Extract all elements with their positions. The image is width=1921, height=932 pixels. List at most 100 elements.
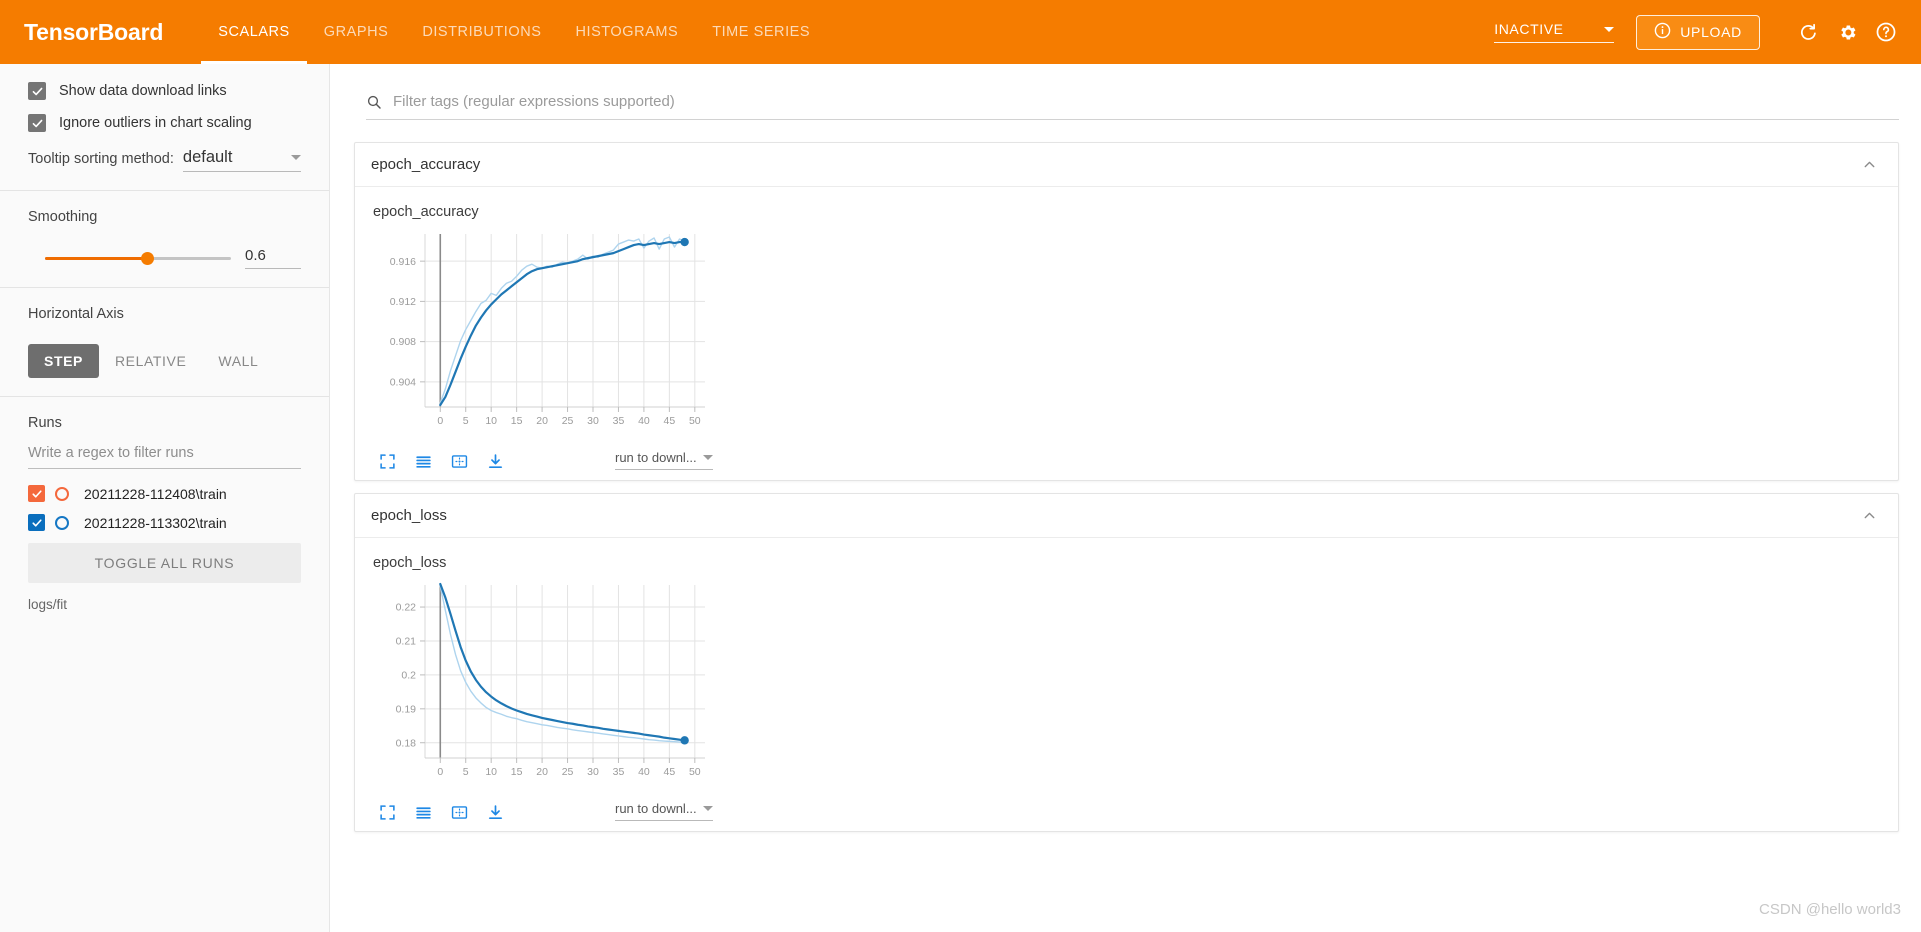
card-epoch-accuracy: epoch_accuracy epoch_accuracy 0.904 0.908…: [354, 142, 1899, 481]
tooltip-sorting-dropdown[interactable]: default: [182, 148, 301, 172]
tab-histograms[interactable]: HISTOGRAMS: [558, 0, 695, 64]
logs-path: logs/fit: [28, 597, 68, 612]
smoothing-label: Smoothing: [28, 209, 98, 225]
chart-tool-icons: [373, 453, 504, 470]
fullscreen-icon[interactable]: [379, 453, 396, 470]
chart-svg[interactable]: 0.904 0.908 0.912 0.916 0 5 10 15 20 25 30 35 40 45 50: [373, 226, 713, 441]
gear-icon[interactable]: [1834, 19, 1860, 45]
card-epoch-loss: epoch_loss epoch_loss 0.18 0.19 0.2 0.21 0.2…: [354, 493, 1899, 832]
checkmark-icon: [28, 82, 46, 100]
run-checkbox[interactable]: [28, 514, 45, 531]
run-item-0[interactable]: 20211228-112408\train: [28, 485, 301, 502]
download-icon[interactable]: [487, 453, 504, 470]
run-to-download-dropdown[interactable]: run to downl...: [615, 801, 713, 821]
axis-option-wall[interactable]: WALL: [202, 344, 274, 378]
status-dropdown[interactable]: INACTIVE: [1494, 21, 1615, 43]
refresh-icon[interactable]: [1795, 19, 1821, 45]
sidebar-smoothing: Smoothing 0.6: [0, 191, 329, 287]
svg-text:45: 45: [664, 415, 676, 427]
svg-text:35: 35: [613, 766, 625, 778]
upload-button-label: UPLOAD: [1680, 24, 1742, 40]
svg-text:40: 40: [638, 415, 650, 427]
chevron-down-icon: [1604, 26, 1615, 32]
nav-tabs: SCALARS GRAPHS DISTRIBUTIONS HISTOGRAMS …: [201, 0, 827, 64]
checkbox-ignore-outliers[interactable]: Ignore outliers in chart scaling: [28, 114, 301, 132]
app-title: TensorBoard: [24, 18, 164, 45]
run-to-download-dropdown[interactable]: run to downl...: [615, 450, 713, 470]
chevron-up-icon[interactable]: [1861, 156, 1878, 173]
svg-text:30: 30: [587, 766, 599, 778]
axis-option-relative[interactable]: RELATIVE: [99, 344, 202, 378]
run-name: 20211228-112408\train: [84, 485, 227, 502]
run-checkbox[interactable]: [28, 485, 45, 502]
upload-button[interactable]: UPLOAD: [1636, 14, 1760, 50]
checkbox-label: Ignore outliers in chart scaling: [59, 115, 252, 131]
fullscreen-icon[interactable]: [379, 804, 396, 821]
help-icon[interactable]: [1873, 19, 1899, 45]
svg-text:25: 25: [562, 415, 574, 427]
data-table-icon[interactable]: [415, 804, 432, 821]
svg-text:35: 35: [613, 415, 625, 427]
card-body: epoch_loss 0.18 0.19 0.2 0.21 0.22 0 5 10 15 20 25…: [355, 538, 1898, 831]
tab-scalars[interactable]: SCALARS: [201, 0, 307, 64]
sidebar-horizontal-axis: Horizontal Axis STEP RELATIVE WALL: [0, 288, 329, 396]
runs-filter-input[interactable]: Write a regex to filter runs: [28, 445, 301, 469]
svg-text:5: 5: [463, 415, 469, 427]
svg-text:0.21: 0.21: [396, 636, 417, 648]
horizontal-axis-label: Horizontal Axis: [28, 306, 124, 322]
card-header[interactable]: epoch_accuracy: [355, 143, 1898, 187]
card-title: epoch_accuracy: [371, 156, 481, 173]
chevron-up-icon[interactable]: [1861, 507, 1878, 524]
download-icon[interactable]: [487, 804, 504, 821]
tooltip-sorting-row: Tooltip sorting method: default: [28, 148, 301, 172]
fit-domain-icon[interactable]: [451, 453, 468, 470]
toggle-all-runs-button[interactable]: TOGGLE ALL RUNS: [28, 543, 301, 583]
info-icon: [1654, 22, 1671, 42]
sidebar-display-options: Show data download links Ignore outliers…: [0, 64, 329, 190]
checkmark-icon: [28, 114, 46, 132]
svg-text:0.916: 0.916: [390, 256, 416, 268]
svg-text:0.908: 0.908: [390, 336, 416, 348]
svg-text:0.22: 0.22: [396, 602, 417, 614]
checkbox-label: Show data download links: [59, 83, 227, 99]
chart-epoch-loss[interactable]: 0.18 0.19 0.2 0.21 0.22 0 5 10 15 20 25 30 35 40 45 50: [373, 577, 713, 797]
chart-toolbar: run to downl...: [373, 450, 713, 470]
svg-text:40: 40: [638, 766, 650, 778]
tab-time-series[interactable]: TIME SERIES: [695, 0, 827, 64]
run-color-circle-icon: [55, 486, 69, 501]
chart-epoch-accuracy[interactable]: 0.904 0.908 0.912 0.916 0 5 10 15 20 25 30 35 40 45 50: [373, 226, 713, 446]
svg-text:50: 50: [689, 766, 701, 778]
status-value: INACTIVE: [1494, 21, 1564, 37]
run-name: 20211228-113302\train: [84, 514, 227, 531]
card-body: epoch_accuracy 0.904 0.908 0.912 0.916 0 5 10 1…: [355, 187, 1898, 480]
smoothing-slider[interactable]: [28, 249, 231, 267]
chevron-down-icon: [291, 155, 301, 160]
run-item-1[interactable]: 20211228-113302\train: [28, 514, 301, 531]
tag-filter-bar[interactable]: Filter tags (regular expressions support…: [366, 93, 1899, 120]
tooltip-sorting-label: Tooltip sorting method:: [28, 151, 174, 167]
card-header[interactable]: epoch_loss: [355, 494, 1898, 538]
search-icon: [366, 94, 382, 110]
smoothing-value-input[interactable]: 0.6: [245, 247, 301, 269]
svg-text:0.19: 0.19: [396, 703, 417, 715]
sidebar-runs: Runs Write a regex to filter runs 202112…: [0, 397, 329, 630]
axis-option-step[interactable]: STEP: [28, 344, 99, 378]
tab-distributions[interactable]: DISTRIBUTIONS: [405, 0, 558, 64]
page-body: Show data download links Ignore outliers…: [0, 64, 1921, 932]
slider-knob[interactable]: [141, 251, 154, 265]
tab-graphs[interactable]: GRAPHS: [307, 0, 406, 64]
svg-text:15: 15: [511, 766, 523, 778]
svg-text:20: 20: [536, 766, 548, 778]
sidebar: Show data download links Ignore outliers…: [0, 64, 330, 932]
main-content: Filter tags (regular expressions support…: [330, 64, 1921, 932]
chart-svg[interactable]: 0.18 0.19 0.2 0.21 0.22 0 5 10 15 20 25 30 35 40 45 50: [373, 577, 713, 792]
checkbox-show-data-download-links[interactable]: Show data download links: [28, 82, 301, 100]
chart-toolbar: run to downl...: [373, 801, 713, 821]
fit-domain-icon[interactable]: [451, 804, 468, 821]
run-to-download-value: run to downl...: [615, 801, 697, 816]
chart-title: epoch_accuracy: [373, 204, 479, 220]
search-input[interactable]: Filter tags (regular expressions support…: [393, 93, 675, 110]
svg-text:0.18: 0.18: [396, 737, 417, 749]
data-table-icon[interactable]: [415, 453, 432, 470]
svg-text:25: 25: [562, 766, 574, 778]
